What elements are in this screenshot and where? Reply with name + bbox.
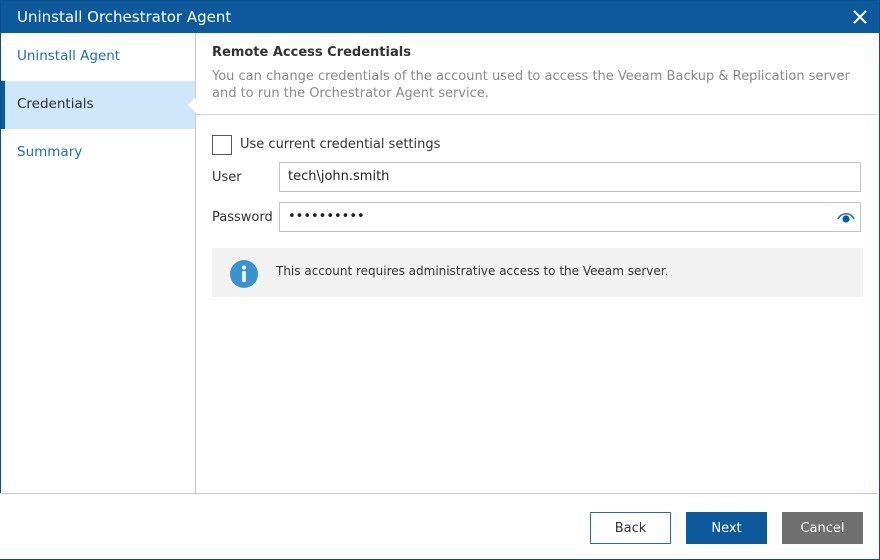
step-header: Remote Access Credentials You can change… [196,33,879,115]
eye-icon [837,212,855,223]
step-description: You can change credentials of the accoun… [212,69,850,101]
sidebar-item-label: Credentials [17,96,94,112]
use-current-credentials-label[interactable]: Use current credential settings [240,137,440,152]
sidebar-item-summary[interactable]: Summary [1,129,195,177]
active-indicator [1,81,5,129]
cancel-button[interactable]: Cancel [782,512,863,544]
use-current-credentials-checkbox[interactable] [212,135,232,155]
info-icon [230,260,258,288]
user-label: User [212,170,242,185]
sidebar-item-credentials[interactable]: Credentials [1,81,196,129]
sidebar-item-uninstall-agent[interactable]: Uninstall Agent [1,33,195,81]
wizard-footer: Back Next Cancel [0,493,878,559]
next-button[interactable]: Next [686,512,767,544]
user-input[interactable]: tech\john.smith [279,162,861,192]
step-title: Remote Access Credentials [212,45,411,60]
wizard-steps-sidebar: Uninstall Agent Credentials Summary [1,33,196,494]
info-text: This account requires administrative acc… [276,264,669,278]
sidebar-item-label: Uninstall Agent [17,48,121,64]
password-label: Password [212,210,273,225]
sidebar-item-label: Summary [17,144,83,160]
window-title: Uninstall Orchestrator Agent [17,8,232,26]
info-banner: This account requires administrative acc… [212,248,863,297]
active-pointer [188,97,196,113]
close-icon [853,10,867,24]
password-input[interactable]: •••••••••• [279,202,861,232]
show-password-button[interactable] [836,209,856,225]
title-bar: Uninstall Orchestrator Agent [1,1,879,33]
back-button[interactable]: Back [590,512,671,544]
close-button[interactable] [847,4,873,30]
